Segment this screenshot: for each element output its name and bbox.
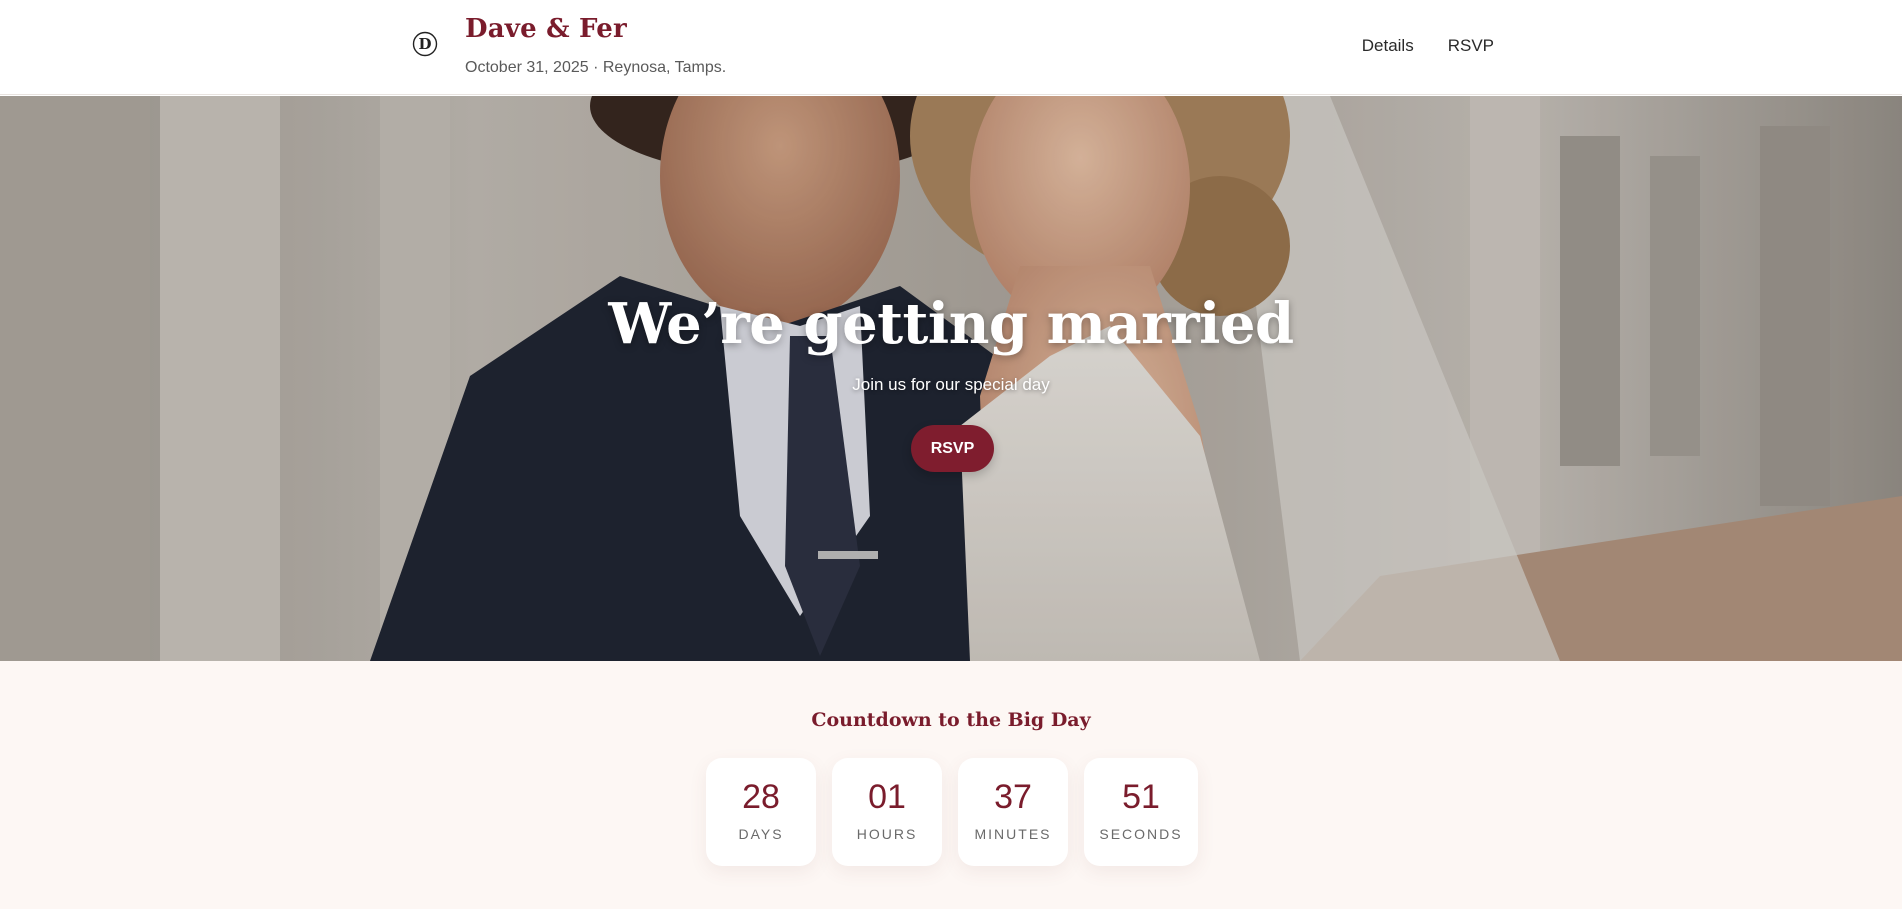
countdown-value: 37 (994, 778, 1032, 816)
nav-link-details[interactable]: Details (1362, 36, 1414, 56)
countdown-days: 28 DAYS (706, 758, 816, 866)
countdown-section: Countdown to the Big Day 28 DAYS 01 HOUR… (0, 661, 1902, 909)
site-header: D Dave & Fer October 31, 2025 · Reynosa,… (0, 0, 1902, 95)
countdown-value: 51 (1122, 778, 1160, 816)
countdown-title: Countdown to the Big Day (811, 709, 1091, 731)
rsvp-button[interactable]: RSVP (911, 425, 994, 472)
hero-section: We’re getting married Join us for our sp… (0, 96, 1902, 661)
main-nav: Details RSVP (1362, 36, 1494, 56)
nav-link-rsvp[interactable]: RSVP (1448, 36, 1494, 56)
countdown-seconds: 51 SECONDS (1084, 758, 1198, 866)
hero-title: We’re getting married (608, 291, 1294, 357)
countdown-hours: 01 HOURS (832, 758, 942, 866)
monogram-logo-icon[interactable]: D (412, 31, 438, 57)
countdown-label: SECONDS (1099, 826, 1183, 842)
countdown-label: HOURS (856, 826, 918, 842)
site-title[interactable]: Dave & Fer (465, 14, 627, 44)
hero-subtitle: Join us for our special day (852, 375, 1050, 394)
countdown-timer: 28 DAYS 01 HOURS 37 MINUTES 51 SECONDS (706, 758, 1198, 866)
countdown-label: MINUTES (974, 826, 1052, 842)
countdown-minutes: 37 MINUTES (958, 758, 1068, 866)
svg-text:D: D (418, 35, 431, 53)
countdown-label: DAYS (738, 826, 784, 842)
event-date-location: October 31, 2025 · Reynosa, Tamps. (465, 59, 727, 76)
countdown-value: 01 (868, 778, 906, 816)
countdown-value: 28 (742, 778, 780, 816)
